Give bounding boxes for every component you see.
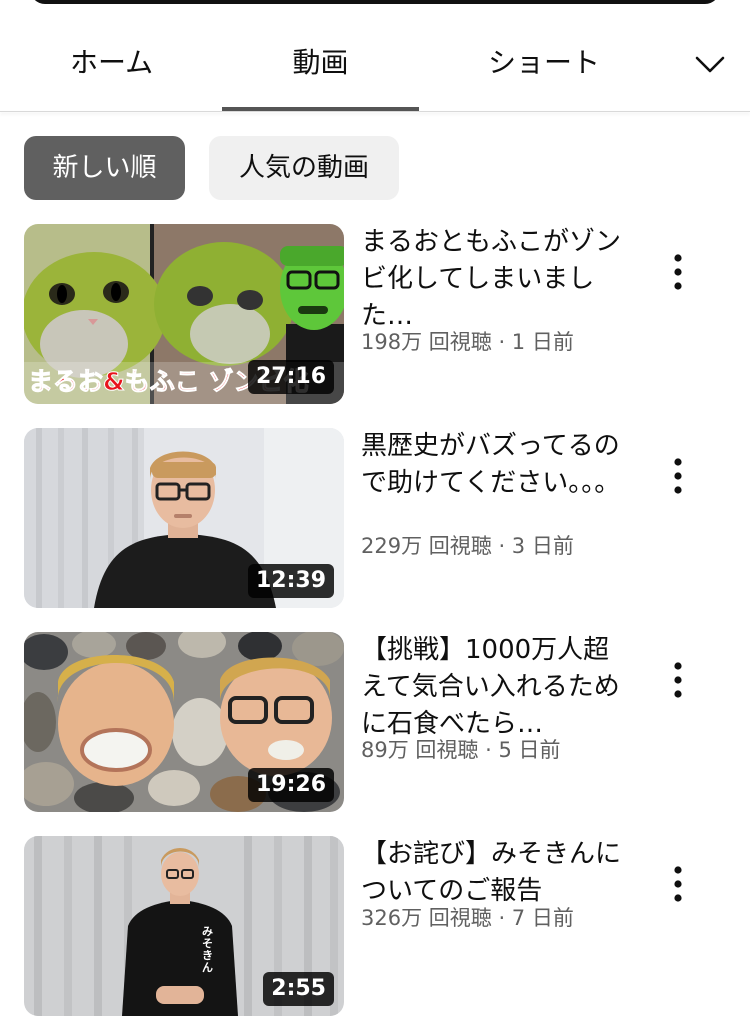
video-title[interactable]: 【挑戦】1000万人超えて気合い入れるために石食べたら… [361, 632, 621, 743]
video-item[interactable]: 19:26 【挑戦】1000万人超えて気合い入れるために石食べたら… 89万 回… [0, 632, 750, 812]
tab-videos[interactable]: 動画 [222, 44, 419, 82]
more-vert-icon[interactable] [664, 864, 692, 904]
video-meta: 326万 回視聴 · 7 日前 [361, 904, 574, 932]
shirt-print: みそきん [202, 925, 213, 974]
meta-separator: · [478, 738, 499, 762]
video-duration: 27:16 [247, 360, 334, 394]
video-duration: 12:39 [247, 564, 334, 598]
tab-bar-divider [0, 111, 750, 112]
video-meta: 198万 回視聴 · 1 日前 [361, 328, 574, 356]
video-duration: 19:26 [247, 768, 334, 802]
meta-separator: · [491, 534, 512, 558]
video-age: 3 日前 [511, 534, 574, 558]
video-thumbnail[interactable]: 12:39 [24, 428, 344, 608]
video-item[interactable]: まるお&もふこ ゾンビ化 27:16 まるおともふこがゾンビ化してしまいました…… [0, 224, 750, 404]
video-views: 326万 回視聴 [361, 906, 492, 930]
channel-tab-bar: ホーム 動画 ショート [0, 0, 750, 112]
chevron-down-icon[interactable] [693, 50, 727, 78]
video-title[interactable]: まるおともふこがゾンビ化してしまいました… [361, 224, 621, 335]
video-thumbnail[interactable]: まるお&もふこ ゾンビ化 27:16 [24, 224, 344, 404]
video-duration: 2:55 [263, 972, 334, 1006]
video-item[interactable]: みそきん 2:55 【お詫び】みそきんについてのご報告 326万 回視聴 · 7… [0, 836, 750, 1016]
video-title[interactable]: 黒歴史がバズってるので助けてください。。。 [361, 428, 621, 502]
video-item[interactable]: 12:39 黒歴史がバズってるので助けてください。。。 229万 回視聴 · 3… [0, 428, 750, 608]
more-vert-icon[interactable] [664, 252, 692, 292]
tab-shorts[interactable]: ショート [488, 44, 600, 82]
video-age: 5 日前 [498, 738, 561, 762]
more-vert-icon[interactable] [664, 456, 692, 496]
video-age: 7 日前 [511, 906, 574, 930]
video-thumbnail[interactable]: みそきん 2:55 [24, 836, 344, 1016]
video-age: 1 日前 [511, 330, 574, 354]
video-meta: 229万 回視聴 · 3 日前 [361, 532, 574, 560]
tab-home[interactable]: ホーム [70, 44, 153, 82]
meta-separator: · [491, 330, 512, 354]
video-title[interactable]: 【お詫び】みそきんについてのご報告 [361, 836, 621, 910]
video-meta: 89万 回視聴 · 5 日前 [361, 736, 560, 764]
video-views: 198万 回視聴 [361, 330, 492, 354]
filter-chip-newest[interactable]: 新しい順 [24, 136, 185, 200]
video-views: 89万 回視聴 [361, 738, 479, 762]
video-thumbnail[interactable]: 19:26 [24, 632, 344, 812]
meta-separator: · [491, 906, 512, 930]
more-vert-icon[interactable] [664, 660, 692, 700]
video-views: 229万 回視聴 [361, 534, 492, 558]
filter-chip-popular[interactable]: 人気の動画 [209, 136, 399, 200]
